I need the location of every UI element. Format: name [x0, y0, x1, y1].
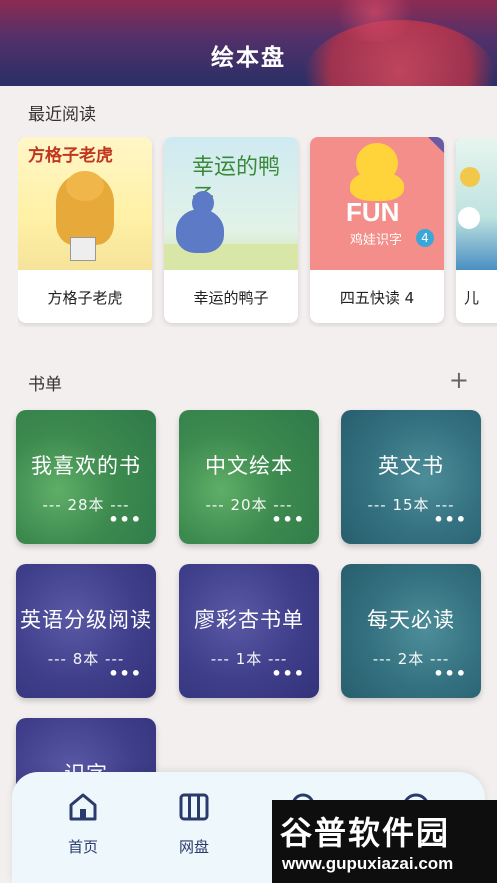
book-title: 儿 [464, 289, 480, 307]
app-header: 绘本盘 [0, 0, 497, 86]
recent-books-carousel[interactable]: 方格子老虎 方格子老虎 幸运的鸭子 幸运的鸭子 FUN 鸡娃识字 4 四五快读 … [18, 137, 497, 327]
recent-book[interactable]: 方格子老虎 方格子老虎 [18, 137, 152, 323]
watermark: 谷普软件园 www.gupuxiazai.com [272, 800, 497, 883]
page-title: 绘本盘 [211, 45, 286, 71]
more-icon[interactable]: ••• [271, 510, 305, 529]
plus-icon[interactable]: + [449, 368, 469, 392]
nav-item-home[interactable]: 首页 [48, 790, 118, 857]
booklist-card[interactable]: 廖彩杏书单 --- 1本 --- ••• [179, 564, 319, 698]
booklist-card[interactable]: 中文绘本 --- 20本 --- ••• [179, 410, 319, 544]
book-title: 四五快读 4 [339, 289, 415, 307]
recent-book[interactable]: 儿 [456, 137, 497, 323]
home-icon [69, 793, 97, 821]
more-icon[interactable]: ••• [271, 664, 305, 683]
more-icon[interactable]: ••• [433, 664, 467, 683]
booklist-card[interactable]: 每天必读 --- 2本 --- ••• [341, 564, 481, 698]
booklist-section-title: 书单 [28, 375, 62, 395]
booklist-card[interactable]: 英语分级阅读 --- 8本 --- ••• [16, 564, 156, 698]
nav-item-netdisk[interactable]: 网盘 [159, 790, 229, 857]
book-title: 方格子老虎 [47, 289, 123, 307]
booklist-card[interactable]: 我喜欢的书 --- 28本 --- ••• [16, 410, 156, 544]
book-cover: 方格子老虎 [18, 137, 152, 270]
more-icon[interactable]: ••• [108, 664, 142, 683]
book-cover: FUN 鸡娃识字 4 [310, 137, 444, 270]
book-cover [456, 137, 497, 270]
book-title: 幸运的鸭子 [193, 289, 269, 307]
more-icon[interactable]: ••• [108, 510, 142, 529]
recent-book[interactable]: FUN 鸡娃识字 4 四五快读 4 [310, 137, 444, 323]
booklist-card[interactable]: 英文书 --- 15本 --- ••• [341, 410, 481, 544]
book-cover: 幸运的鸭子 [164, 137, 298, 270]
recent-book[interactable]: 幸运的鸭子 幸运的鸭子 [164, 137, 298, 323]
more-icon[interactable]: ••• [433, 510, 467, 529]
columns-icon [179, 793, 209, 821]
recent-section-title: 最近阅读 [28, 105, 96, 125]
